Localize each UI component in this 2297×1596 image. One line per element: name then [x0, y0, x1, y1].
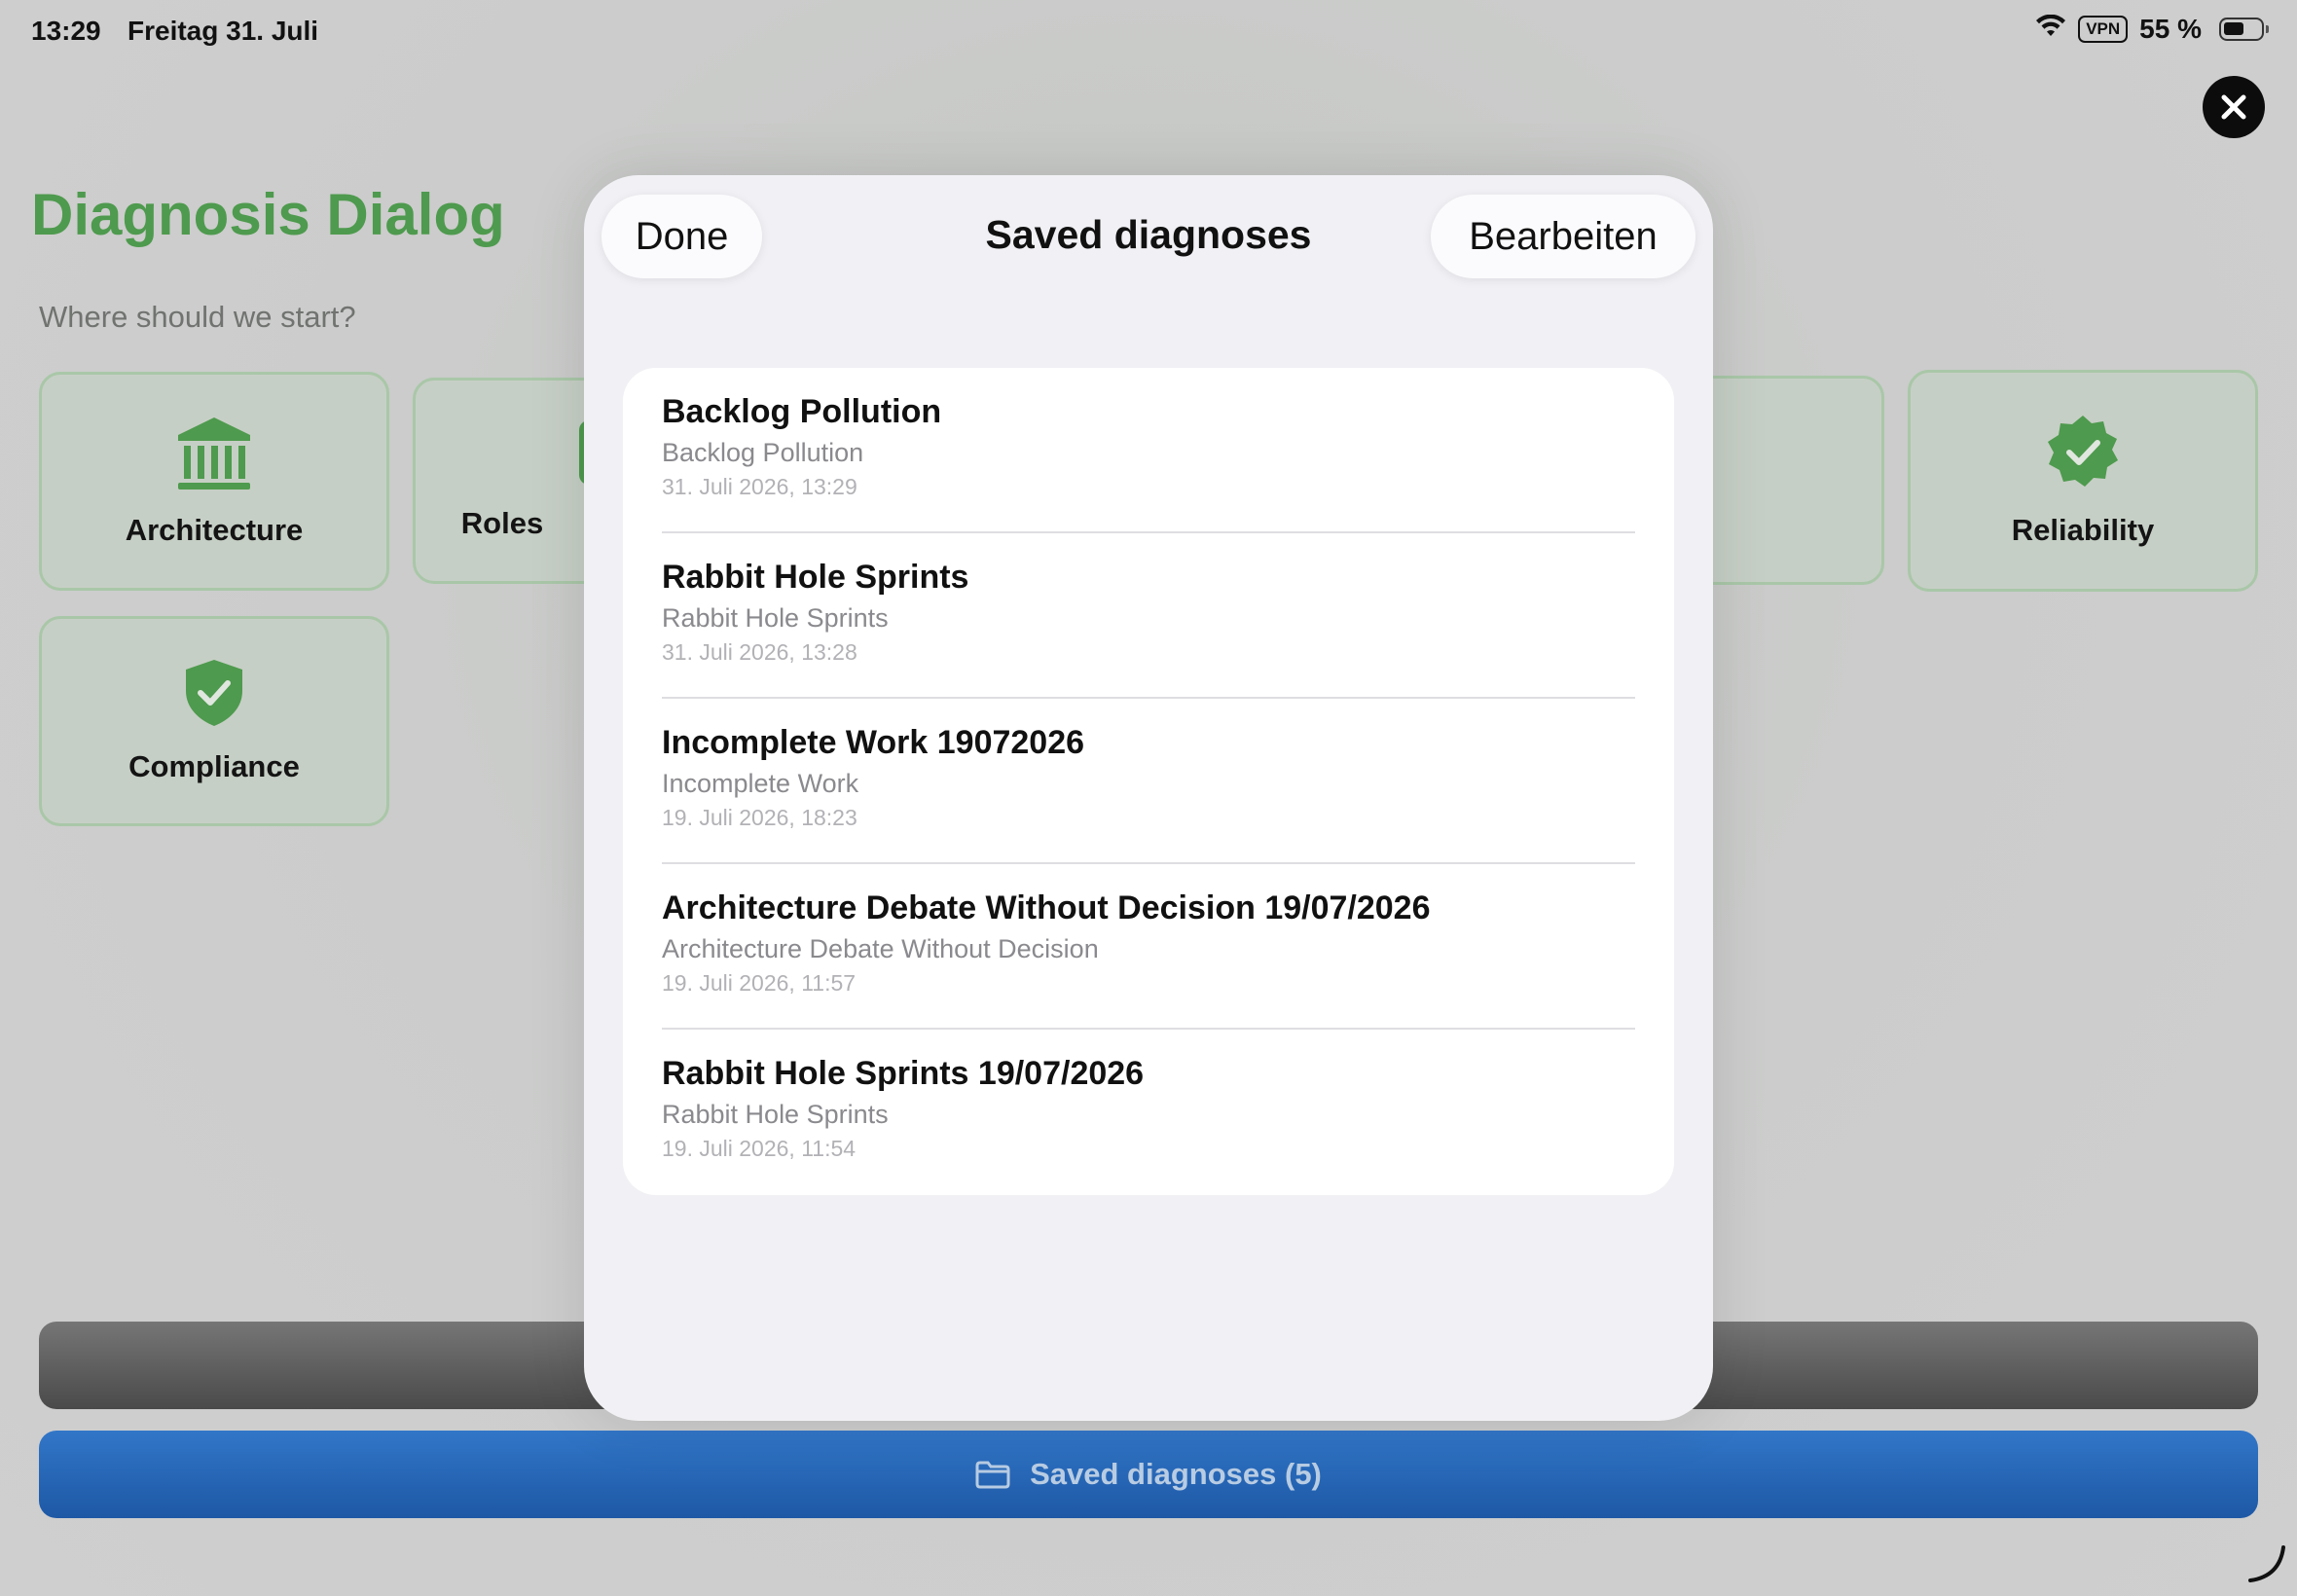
item-date: 19. Juli 2026, 11:57 — [662, 970, 857, 996]
page-subtitle: Where should we start? — [39, 300, 356, 334]
item-title: Incomplete Work 19072026 — [662, 724, 1085, 761]
close-button[interactable] — [2203, 76, 2265, 138]
saved-diagnoses-sheet: Done Saved diagnoses Bearbeiten Backlog … — [584, 175, 1713, 1421]
category-label: Reliability — [2011, 513, 2155, 547]
category-label: Roles — [460, 506, 544, 540]
item-subtitle: Incomplete Work — [662, 769, 859, 798]
list-item[interactable]: Rabbit Hole Sprints Rabbit Hole Sprints … — [662, 533, 1635, 699]
list-item[interactable]: Backlog Pollution Backlog Pollution 31. … — [662, 368, 1635, 533]
saved-diagnoses-label: Saved diagnoses (5) — [1030, 1457, 1322, 1491]
item-date: 19. Juli 2026, 18:23 — [662, 805, 857, 830]
item-date: 19. Juli 2026, 11:54 — [662, 1136, 857, 1161]
list-item[interactable]: Rabbit Hole Sprints 19/07/2026 Rabbit Ho… — [662, 1030, 1635, 1195]
list-item[interactable]: Incomplete Work 19072026 Incomplete Work… — [662, 699, 1635, 864]
item-title: Rabbit Hole Sprints 19/07/2026 — [662, 1055, 1145, 1092]
item-title: Architecture Debate Without Decision 19/… — [662, 889, 1431, 926]
resize-handle-icon[interactable] — [2244, 1542, 2287, 1584]
saved-diagnoses-list: Backlog Pollution Backlog Pollution 31. … — [623, 368, 1674, 1195]
wifi-icon — [2035, 14, 2066, 45]
item-date: 31. Juli 2026, 13:28 — [662, 639, 857, 665]
item-date: 31. Juli 2026, 13:29 — [662, 474, 857, 499]
item-subtitle: Architecture Debate Without Decision — [662, 934, 1099, 963]
list-item[interactable]: Architecture Debate Without Decision 19/… — [662, 864, 1635, 1030]
item-subtitle: Backlog Pollution — [662, 438, 864, 467]
vpn-badge: VPN — [2078, 16, 2129, 43]
item-subtitle: Rabbit Hole Sprints — [662, 603, 889, 633]
page-title: Diagnosis Dialog — [31, 182, 505, 247]
checkmark-seal-icon — [2048, 416, 2118, 487]
category-card-compliance[interactable]: Compliance — [39, 616, 389, 826]
status-time: 13:29 — [31, 16, 101, 46]
battery-percent: 55 % — [2139, 14, 2202, 44]
folder-icon — [975, 1461, 1010, 1489]
edit-button[interactable]: Bearbeiten — [1431, 195, 1695, 278]
category-card-reliability[interactable]: Reliability — [1908, 370, 2258, 592]
status-date: Freitag 31. Juli — [128, 16, 319, 46]
saved-diagnoses-button[interactable]: Saved diagnoses (5) — [39, 1431, 2258, 1518]
status-bar: 13:29 Freitag 31. Juli VPN 55 % — [0, 0, 2297, 64]
bank-icon — [178, 417, 250, 490]
shield-check-icon — [186, 660, 242, 726]
item-title: Rabbit Hole Sprints — [662, 559, 969, 596]
category-label: Architecture — [125, 512, 304, 547]
category-card-architecture[interactable]: Architecture — [39, 372, 389, 591]
item-title: Backlog Pollution — [662, 393, 942, 430]
battery-icon — [2219, 18, 2269, 41]
category-label: Compliance — [128, 749, 300, 783]
item-subtitle: Rabbit Hole Sprints — [662, 1100, 889, 1129]
status-indicators: VPN 55 % — [2035, 14, 2269, 45]
close-icon — [2221, 94, 2246, 120]
